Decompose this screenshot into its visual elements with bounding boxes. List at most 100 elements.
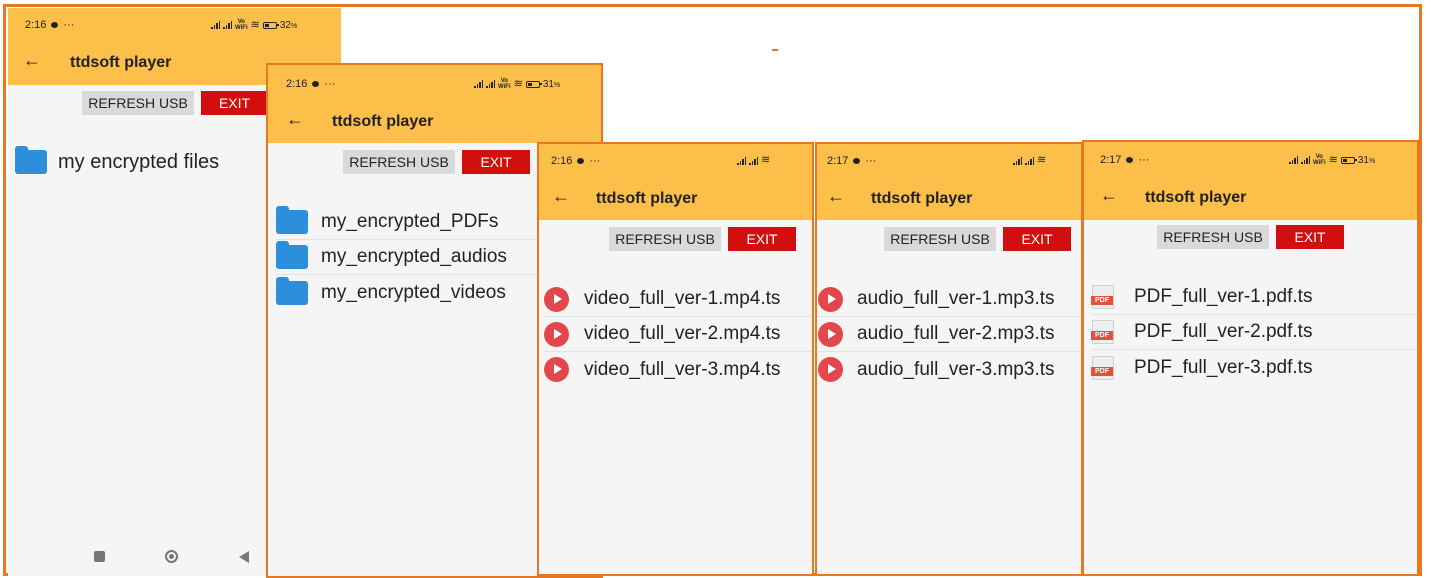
more-notifications-icon: ··· xyxy=(1138,154,1150,166)
list-item-label: PDF_full_ver-2.pdf.ts xyxy=(1134,321,1313,342)
folder-icon xyxy=(15,146,47,174)
play-icon xyxy=(544,357,569,382)
refresh-usb-button[interactable]: REFRESH USB xyxy=(1157,225,1269,249)
exit-button[interactable]: EXIT xyxy=(462,150,530,174)
pdf-file-icon: PDF xyxy=(1091,355,1114,380)
more-notifications-icon: ··· xyxy=(865,155,877,167)
list-item[interactable]: video_full_ver-3.mp4.ts xyxy=(544,352,812,387)
app-title: ttdsoft player xyxy=(596,190,698,207)
chat-notification-icon xyxy=(577,158,585,164)
signal-icon xyxy=(1013,156,1022,165)
signal-icon xyxy=(474,80,483,88)
wifi-icon: ≋ xyxy=(761,154,771,166)
list-item-label: audio_full_ver-1.mp3.ts xyxy=(857,288,1055,309)
list-item-label: my_encrypted_videos xyxy=(321,281,506,303)
app-bar xyxy=(268,65,601,143)
app-title: ttdsoft player xyxy=(70,54,172,71)
battery-icon xyxy=(262,21,279,29)
wifi-icon: ≋ xyxy=(513,77,523,90)
play-icon xyxy=(544,321,569,347)
refresh-usb-button[interactable]: REFRESH USB xyxy=(609,227,721,251)
exit-button[interactable]: EXIT xyxy=(1276,225,1344,249)
back-arrow-icon[interactable]: ← xyxy=(23,50,41,71)
exit-button[interactable]: EXIT xyxy=(1003,227,1071,251)
wifi-icon: ≋ xyxy=(1328,153,1338,166)
screen-pdfs: 2:17 ··· Vo WiFi ≋ 31% ← ttdsoft player R… xyxy=(1082,140,1419,576)
pdf-file-icon: PDF xyxy=(1091,285,1114,309)
list-item-label: PDF_full_ver-3.pdf.ts xyxy=(1134,356,1313,378)
decorative-dash xyxy=(772,49,778,51)
signal-icon xyxy=(211,21,220,29)
signal-icon xyxy=(223,21,232,29)
signal-icon xyxy=(749,156,758,165)
chat-notification-icon xyxy=(853,158,861,164)
back-arrow-icon[interactable]: ← xyxy=(827,186,845,207)
refresh-usb-button[interactable]: REFRESH USB xyxy=(343,150,455,174)
exit-button[interactable]: EXIT xyxy=(201,91,268,115)
back-arrow-icon[interactable]: ← xyxy=(1100,185,1118,206)
wifi-icon: ≋ xyxy=(250,18,260,31)
signal-icon xyxy=(737,156,746,165)
folder-icon xyxy=(276,206,308,234)
status-time: 2:16 xyxy=(551,155,573,167)
refresh-usb-button[interactable]: REFRESH USB xyxy=(82,91,194,115)
play-icon xyxy=(818,321,843,347)
vowifi-icon: Vo WiFi xyxy=(235,19,248,31)
app-title: ttdsoft player xyxy=(1145,189,1247,206)
home-icon[interactable] xyxy=(165,550,178,563)
status-bar-right: ≋ xyxy=(737,155,770,166)
list-item[interactable]: PDF PDF_full_ver-2.pdf.ts xyxy=(1091,315,1417,350)
battery-icon xyxy=(525,80,542,88)
signal-icon xyxy=(1289,156,1298,164)
list-item[interactable]: audio_full_ver-1.mp3.ts xyxy=(818,282,1081,317)
refresh-usb-button[interactable]: REFRESH USB xyxy=(884,227,996,251)
exit-button[interactable]: EXIT xyxy=(728,227,796,251)
list-item-label: video_full_ver-1.mp4.ts xyxy=(584,288,781,309)
list-item-label: PDF_full_ver-1.pdf.ts xyxy=(1134,286,1313,307)
chat-notification-icon xyxy=(51,22,59,28)
screen-videos: 2:16 ··· ≋ ← ttdsoft player REFRESH USB … xyxy=(537,142,814,576)
signal-icon xyxy=(486,80,495,88)
play-icon xyxy=(544,286,569,312)
folder-icon xyxy=(276,241,308,269)
signal-icon xyxy=(1025,156,1034,165)
status-bar-left: 2:17 ··· xyxy=(827,155,876,167)
back-arrow-icon[interactable]: ← xyxy=(286,109,304,130)
status-bar-right: ≋ xyxy=(1013,155,1046,166)
status-bar-left: 2:16 ··· xyxy=(551,155,600,167)
more-notifications-icon: ··· xyxy=(324,78,336,90)
list-item-label: my_encrypted_PDFs xyxy=(321,211,499,232)
list-item[interactable]: video_full_ver-2.mp4.ts xyxy=(544,317,812,352)
status-bar-right: Vo WiFi ≋ 31% xyxy=(1289,154,1375,166)
play-icon xyxy=(818,357,843,382)
screen-audios: 2:17 ··· ≋ ← ttdsoft player REFRESH USB … xyxy=(815,142,1083,576)
status-time: 2:17 xyxy=(1100,154,1122,166)
chat-notification-icon xyxy=(1126,157,1134,163)
list-item-label: audio_full_ver-2.mp3.ts xyxy=(857,323,1055,344)
battery-icon xyxy=(1340,156,1357,164)
signal-icon xyxy=(1301,156,1310,164)
list-item-label: video_full_ver-2.mp4.ts xyxy=(584,323,781,344)
nav-back-icon[interactable] xyxy=(239,551,249,563)
list-item[interactable]: audio_full_ver-2.mp3.ts xyxy=(818,317,1081,352)
more-notifications-icon: ··· xyxy=(63,19,75,31)
back-arrow-icon[interactable]: ← xyxy=(552,186,570,207)
status-bar-left: 2:16 ··· xyxy=(286,78,335,90)
list-item[interactable]: PDF PDF_full_ver-1.pdf.ts xyxy=(1091,280,1417,315)
list-item[interactable]: audio_full_ver-3.mp3.ts xyxy=(818,352,1081,387)
chat-notification-icon xyxy=(312,81,320,87)
pdf-file-icon: PDF xyxy=(1091,320,1114,344)
list-item[interactable]: video_full_ver-1.mp4.ts xyxy=(544,282,812,317)
status-bar-left: 2:17 ··· xyxy=(1100,154,1149,166)
wifi-icon: ≋ xyxy=(1037,154,1047,166)
vowifi-icon: Vo WiFi xyxy=(498,78,511,90)
list-item-label: video_full_ver-3.mp4.ts xyxy=(584,358,781,380)
status-time: 2:17 xyxy=(827,155,849,167)
list-item-label: my_encrypted_audios xyxy=(321,246,507,267)
list-item[interactable]: PDF PDF_full_ver-3.pdf.ts xyxy=(1091,350,1417,385)
status-bar-left: 2:16 ··· xyxy=(25,19,74,31)
status-time: 2:16 xyxy=(25,19,47,31)
battery-level: 31% xyxy=(542,78,561,90)
recent-apps-icon[interactable] xyxy=(94,551,105,562)
more-notifications-icon: ··· xyxy=(589,155,601,167)
